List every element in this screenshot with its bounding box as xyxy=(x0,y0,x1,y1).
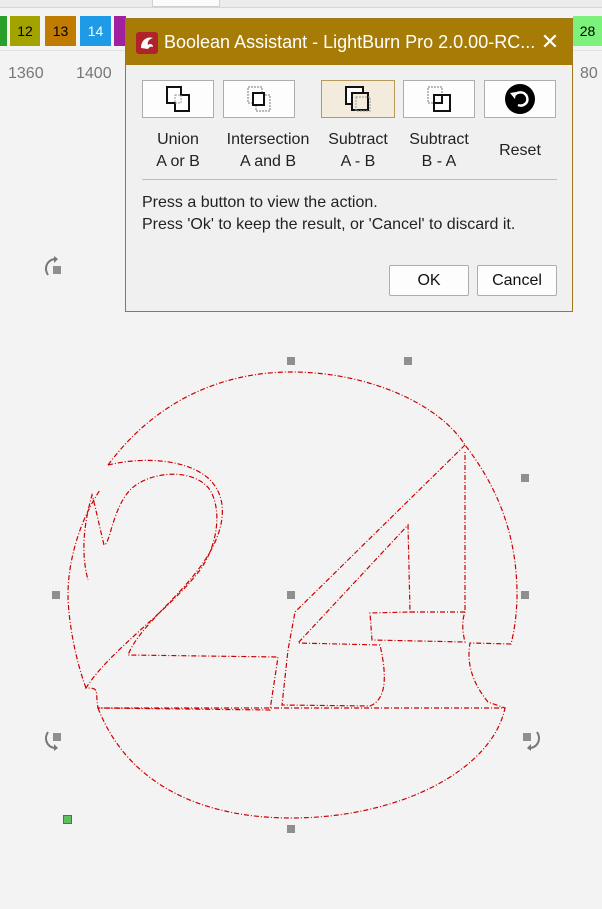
subtract-b-a-button[interactable] xyxy=(403,80,475,118)
reset-icon xyxy=(505,84,535,114)
union-button[interactable] xyxy=(142,80,214,118)
skew-handle-right[interactable] xyxy=(521,474,529,482)
subtract-a-b-label: Subtract A - B xyxy=(318,129,398,173)
pivot-point-marker[interactable] xyxy=(63,815,72,824)
scale-handle-right[interactable] xyxy=(521,591,529,599)
union-label-line1: Union xyxy=(157,131,199,148)
subtract-a-b-label-line1: Subtract xyxy=(328,131,388,148)
lightburn-logo-icon xyxy=(136,32,158,54)
circle-left-arc xyxy=(67,489,101,689)
intersection-button[interactable] xyxy=(223,80,295,118)
union-label-line2: A or B xyxy=(156,153,200,170)
reset-label-line1: Reset xyxy=(499,142,541,159)
instructions-text: Press a button to view the action. Press… xyxy=(142,194,516,233)
subtract-b-a-icon xyxy=(427,86,451,112)
scale-handle-bottom[interactable] xyxy=(287,825,295,833)
close-button[interactable]: ✕ xyxy=(534,27,566,57)
intersection-label-line2: A and B xyxy=(239,153,297,170)
boolean-assistant-dialog: Boolean Assistant - LightBurn Pro 2.0.00… xyxy=(125,18,573,312)
scale-handle-left[interactable] xyxy=(52,591,60,599)
close-icon: ✕ xyxy=(540,29,560,54)
subtract-a-b-icon xyxy=(345,86,371,112)
ok-button[interactable]: OK xyxy=(389,265,469,296)
subtract-b-a-label-line1: Subtract xyxy=(409,131,469,148)
union-label: Union A or B xyxy=(136,129,220,173)
digit-4 xyxy=(281,444,466,707)
subtract-b-a-label: Subtract B - A xyxy=(399,129,479,173)
center-handle[interactable] xyxy=(287,591,295,599)
circle-upper-arc xyxy=(107,371,518,709)
dialog-divider xyxy=(142,179,557,180)
rotate-handle-bottom-right[interactable] xyxy=(517,731,543,844)
intersection-label-line1: Intersection xyxy=(226,131,310,148)
union-icon xyxy=(166,86,190,112)
subtract-a-b-button[interactable] xyxy=(321,80,395,118)
skew-handle-top[interactable] xyxy=(404,357,412,365)
digit-2 xyxy=(83,459,279,711)
subtract-b-a-label-line2: B - A xyxy=(421,153,457,170)
intersection-icon xyxy=(247,86,271,112)
scale-handle-top[interactable] xyxy=(287,357,295,365)
dialog-title-bar[interactable]: Boolean Assistant - LightBurn Pro 2.0.00… xyxy=(126,19,572,65)
cancel-button[interactable]: Cancel xyxy=(477,265,557,296)
rotate-handle-top-right[interactable] xyxy=(517,256,543,373)
intersection-label: Intersection A and B xyxy=(218,129,318,173)
rotate-handle-top-left[interactable] xyxy=(42,256,68,373)
circle-lower-arc xyxy=(97,707,506,819)
reset-button[interactable] xyxy=(484,80,556,118)
reset-label: Reset xyxy=(480,140,560,162)
subtract-a-b-label-line2: A - B xyxy=(340,153,376,170)
dialog-title: Boolean Assistant - LightBurn Pro 2.0.00… xyxy=(164,32,536,52)
